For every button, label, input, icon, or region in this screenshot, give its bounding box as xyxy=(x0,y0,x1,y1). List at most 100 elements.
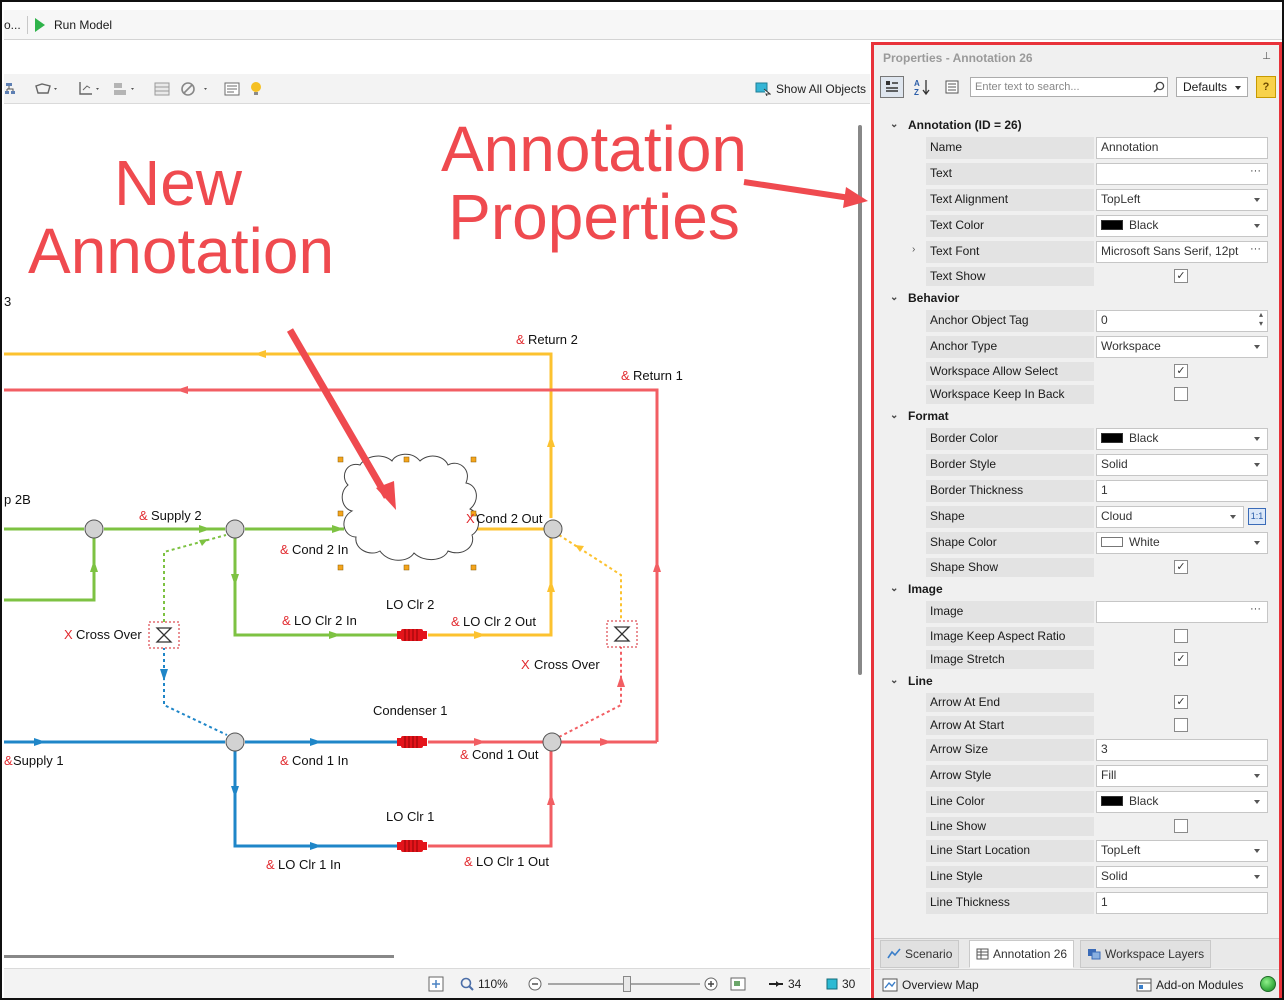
defaults-dropdown[interactable]: Defaults xyxy=(1176,77,1248,97)
collapse-chevron-icon[interactable]: ⌄ xyxy=(890,115,898,135)
arrow-style-dropdown[interactable]: Fill xyxy=(1096,765,1268,787)
line-show-checkbox[interactable] xyxy=(1174,819,1188,833)
line-thickness-field[interactable]: 1 xyxy=(1096,892,1268,914)
shape-color-dropdown[interactable]: White xyxy=(1096,532,1268,554)
annotation-cloud[interactable] xyxy=(337,453,479,571)
resize-handle[interactable] xyxy=(470,564,477,571)
resize-handle[interactable] xyxy=(403,564,410,571)
line-start-location-dropdown[interactable]: TopLeft xyxy=(1096,840,1268,862)
horizontal-scrollbar[interactable] xyxy=(4,955,394,958)
tab-workspace-layers[interactable]: Workspace Layers xyxy=(1080,940,1212,968)
prop-row-line-style: Line Style Solid xyxy=(874,864,1279,890)
align-tool-dropdown[interactable] xyxy=(112,79,138,99)
text-font-field[interactable]: Microsoft Sans Serif, 12pt xyxy=(1096,240,1268,263)
fit-to-window-icon[interactable] xyxy=(428,969,444,998)
pipe-crossover-yellow[interactable] xyxy=(558,534,622,621)
text-show-checkbox[interactable]: ✓ xyxy=(1174,269,1188,283)
junction-node[interactable] xyxy=(542,732,562,752)
collapse-chevron-icon[interactable]: ⌄ xyxy=(890,671,898,691)
pipe-green-branch[interactable] xyxy=(4,538,96,602)
aspect-ratio-button[interactable]: 1:1 xyxy=(1248,508,1266,525)
anchor-type-dropdown[interactable]: Workspace xyxy=(1096,336,1268,358)
pipe-return-1[interactable] xyxy=(4,388,659,742)
arrow-size-field[interactable]: 3 xyxy=(1096,739,1268,761)
tab-annotation[interactable]: Annotation 26 xyxy=(969,940,1075,968)
resize-handle[interactable] xyxy=(337,564,344,571)
overview-icon[interactable] xyxy=(730,969,746,998)
section-format[interactable]: ⌄ Format xyxy=(874,406,1279,426)
pin-icon[interactable]: ⊥ xyxy=(1262,51,1271,62)
text-color-dropdown[interactable]: Black xyxy=(1096,215,1268,237)
shape-dropdown[interactable]: Cloud xyxy=(1096,506,1244,528)
line-style-dropdown[interactable]: Solid xyxy=(1096,866,1268,888)
arrow-at-end-checkbox[interactable]: ✓ xyxy=(1174,695,1188,709)
property-pages-button[interactable] xyxy=(940,76,964,98)
truncated-toolbar-button[interactable]: o... xyxy=(4,10,21,40)
resize-handle[interactable] xyxy=(470,456,477,463)
text-field[interactable] xyxy=(1096,162,1268,185)
border-color-dropdown[interactable]: Black xyxy=(1096,428,1268,450)
workspace-keep-in-back-checkbox[interactable] xyxy=(1174,387,1188,401)
junction-node[interactable] xyxy=(225,519,245,539)
text-alignment-dropdown[interactable]: TopLeft xyxy=(1096,189,1268,211)
axis-tool-dropdown[interactable] xyxy=(76,79,102,99)
resize-handle[interactable] xyxy=(337,456,344,463)
image-keep-aspect-ratio-checkbox[interactable] xyxy=(1174,629,1188,643)
block-icon[interactable] xyxy=(180,79,210,99)
image-field[interactable] xyxy=(1096,600,1268,623)
collapse-chevron-icon[interactable]: ⌄ xyxy=(890,406,898,426)
tab-scenario[interactable]: Scenario xyxy=(880,940,960,968)
search-icon[interactable] xyxy=(1153,81,1165,93)
junction-icon xyxy=(826,978,838,990)
addon-modules-button[interactable]: Add-on Modules xyxy=(1136,970,1243,998)
line-color-dropdown[interactable]: Black xyxy=(1096,791,1268,813)
pipe-crossover-blue[interactable] xyxy=(163,647,228,736)
run-model-button[interactable]: Run Model xyxy=(34,10,112,40)
report-icon[interactable] xyxy=(224,79,240,99)
properties-search-input[interactable]: Enter text to search... xyxy=(970,77,1168,97)
zoom-indicator[interactable]: 110% xyxy=(460,969,508,998)
section-behavior[interactable]: ⌄ Behavior xyxy=(874,288,1279,308)
name-field[interactable]: Annotation xyxy=(1096,137,1268,159)
label-truncated: 3 xyxy=(4,294,11,309)
zoom-out-button[interactable] xyxy=(528,969,542,998)
junction-node[interactable] xyxy=(84,519,104,539)
toolbar-separator xyxy=(27,16,28,34)
categorized-view-button[interactable] xyxy=(880,76,904,98)
section-image[interactable]: ⌄ Image xyxy=(874,579,1279,599)
zoom-slider-thumb[interactable] xyxy=(623,976,631,992)
anchor-object-tag-stepper[interactable]: 0 xyxy=(1096,310,1268,332)
junction-node[interactable] xyxy=(543,519,563,539)
collapse-chevron-icon[interactable]: ⌄ xyxy=(890,288,898,308)
section-annotation[interactable]: ⌄ Annotation (ID = 26) xyxy=(874,115,1279,135)
arrow-at-start-checkbox[interactable] xyxy=(1174,718,1188,732)
crossover-valve-right[interactable] xyxy=(606,620,638,648)
overview-map-button[interactable]: Overview Map xyxy=(882,970,979,998)
heat-exchanger-lo-clr-1[interactable] xyxy=(397,840,427,852)
lightbulb-icon[interactable] xyxy=(249,79,263,99)
zoom-in-button[interactable] xyxy=(704,969,718,998)
help-button[interactable]: ? xyxy=(1256,76,1276,98)
section-line[interactable]: ⌄ Line xyxy=(874,671,1279,691)
junction-node[interactable] xyxy=(225,732,245,752)
label-cond-1-in: Cond 1 In xyxy=(292,753,348,768)
heat-exchanger-condenser-1[interactable] xyxy=(397,736,427,748)
show-all-objects-button[interactable]: Show All Objects xyxy=(755,79,866,99)
tree-layout-icon[interactable] xyxy=(4,79,16,99)
border-thickness-field[interactable]: 1 xyxy=(1096,480,1268,502)
pipe-crossover-green[interactable] xyxy=(163,534,227,622)
table-icon[interactable] xyxy=(154,79,170,99)
pipe-lo-clr-1-out[interactable] xyxy=(428,751,553,848)
heat-exchanger-lo-clr-2[interactable] xyxy=(397,629,427,641)
border-style-dropdown[interactable]: Solid xyxy=(1096,454,1268,476)
expand-chevron-icon[interactable]: › xyxy=(912,244,915,255)
workspace-allow-select-checkbox[interactable]: ✓ xyxy=(1174,364,1188,378)
crossover-valve-left[interactable] xyxy=(148,621,180,649)
resize-handle[interactable] xyxy=(337,510,344,517)
collapse-chevron-icon[interactable]: ⌄ xyxy=(890,579,898,599)
shape-tool-dropdown[interactable] xyxy=(34,79,60,99)
resize-handle[interactable] xyxy=(403,456,410,463)
shape-show-checkbox[interactable]: ✓ xyxy=(1174,560,1188,574)
image-stretch-checkbox[interactable]: ✓ xyxy=(1174,652,1188,666)
alphabetical-sort-button[interactable]: AZ xyxy=(910,76,934,98)
